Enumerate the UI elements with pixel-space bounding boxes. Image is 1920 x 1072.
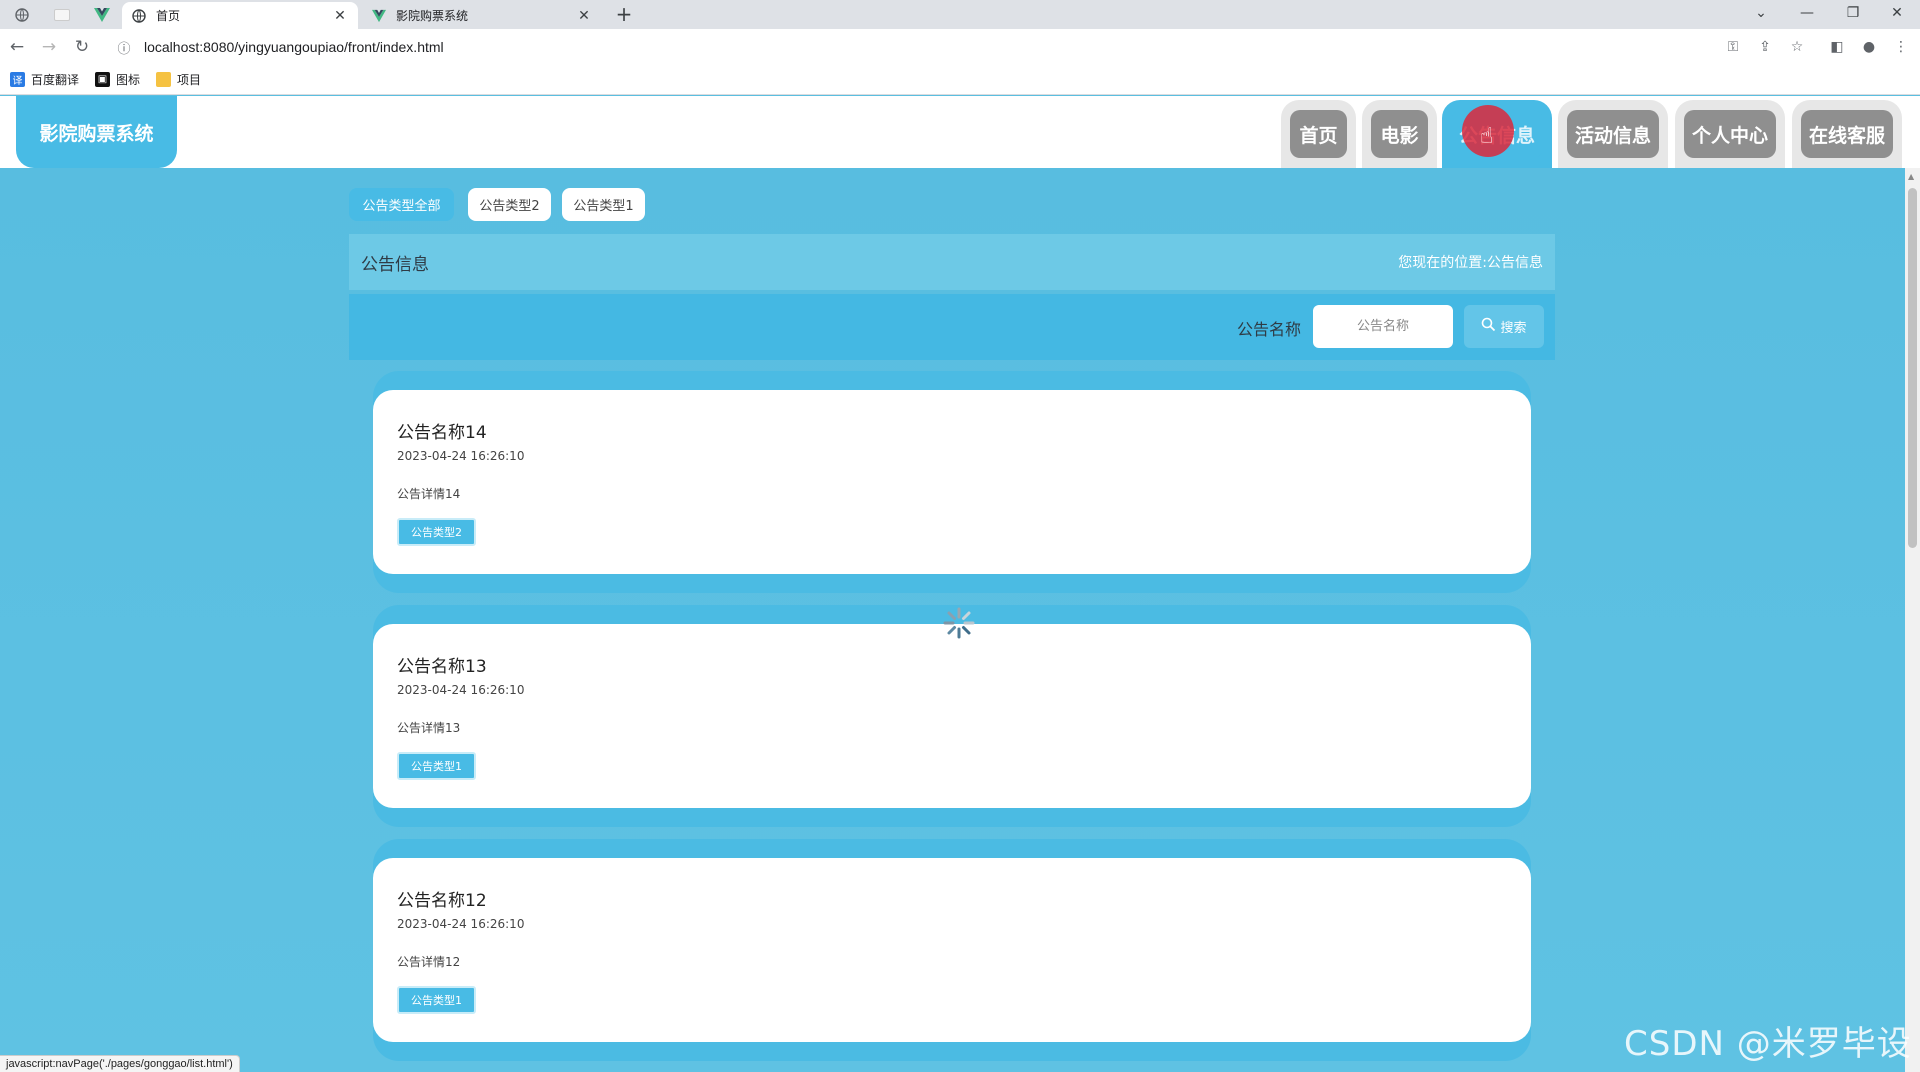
site-logo[interactable]: 影院购票系统 <box>16 96 177 168</box>
breadcrumb: 您现在的位置:公告信息 <box>1398 252 1543 272</box>
search-input[interactable] <box>1313 305 1453 348</box>
search-icon <box>1481 317 1496 336</box>
tab-title: 首页 <box>156 9 181 23</box>
bookmark-label: 项目 <box>177 73 202 87</box>
tab-title: 影院购票系统 <box>396 9 469 23</box>
search-button-label: 搜索 <box>1500 321 1527 336</box>
notice-card-body: 公告名称13 2023-04-24 16:26:10 公告详情13 公告类型1 <box>373 624 1531 808</box>
nav-movies[interactable]: 电影 <box>1362 100 1437 168</box>
nav-personal-center[interactable]: 个人中心 <box>1675 100 1785 168</box>
notice-type-badge: 公告类型1 <box>397 752 476 780</box>
nav-home[interactable]: 首页 <box>1281 100 1356 168</box>
reload-button[interactable]: ↻ <box>70 35 94 59</box>
bookmark-icons[interactable]: ▣ 图标 <box>95 71 140 88</box>
new-tab-button[interactable]: + <box>612 3 636 27</box>
star-icon[interactable]: ☆ <box>1786 36 1808 58</box>
address-bar[interactable]: ⓘ localhost:8080/yingyuangoupiao/front/i… <box>106 32 1806 62</box>
forward-button[interactable]: → <box>37 35 61 59</box>
notice-detail: 公告详情12 <box>397 955 461 969</box>
filter-all-types[interactable]: 公告类型全部 <box>349 188 454 221</box>
loading-spinner-icon <box>943 607 975 639</box>
bookmark-label: 图标 <box>116 73 141 87</box>
notice-detail: 公告详情14 <box>397 487 461 501</box>
notice-time: 2023-04-24 16:26:10 <box>397 917 525 931</box>
nav-activities[interactable]: 活动信息 <box>1558 100 1668 168</box>
scroll-up-icon[interactable]: ▲ <box>1908 172 1914 181</box>
bookmark-label: 百度翻译 <box>31 73 80 87</box>
page-scrollbar[interactable]: ▲ <box>1905 168 1920 1072</box>
bookmarks-bar: 译 百度翻译 ▣ 图标 项目 <box>0 65 1920 95</box>
folder-icon <box>156 72 172 87</box>
search-label: 公告名称 <box>1237 320 1302 339</box>
globe-icon <box>132 8 146 23</box>
profile-icon[interactable]: ● <box>1858 36 1880 58</box>
tab-cinema-system[interactable]: 影院购票系统 ✕ <box>362 2 602 29</box>
nav-label: 在线客服 <box>1801 110 1893 158</box>
window-close-button[interactable]: ✕ <box>1874 0 1920 29</box>
notice-name: 公告名称12 <box>397 891 487 911</box>
breadcrumb-label: 您现在的位置: <box>1398 255 1487 271</box>
tab-search-button[interactable]: ⌄ <box>1738 0 1784 29</box>
minimize-button[interactable]: — <box>1784 0 1830 29</box>
browser-toolbar: ← → ↻ ⓘ localhost:8080/yingyuangoupiao/f… <box>0 29 1920 65</box>
side-panel-icon[interactable]: ◧ <box>1826 36 1848 58</box>
notice-type-badge: 公告类型1 <box>397 986 476 1014</box>
site-info-icon[interactable]: ⓘ <box>114 38 134 57</box>
notice-card[interactable]: 公告名称14 2023-04-24 16:26:10 公告详情14 公告类型2 <box>373 371 1531 593</box>
pinned-tab-vue[interactable] <box>82 3 122 27</box>
nav-online-service[interactable]: 在线客服 <box>1792 100 1902 168</box>
notice-time: 2023-04-24 16:26:10 <box>397 449 525 463</box>
close-icon[interactable]: ✕ <box>576 8 592 24</box>
search-button[interactable]: 搜索 <box>1464 305 1544 348</box>
back-button[interactable]: ← <box>5 35 29 59</box>
share-icon[interactable]: ⇪ <box>1754 36 1776 58</box>
notice-name: 公告名称13 <box>397 657 487 677</box>
bookmark-folder-project[interactable]: 项目 <box>156 71 201 88</box>
notice-type-badge: 公告类型2 <box>397 518 476 546</box>
notice-card-body: 公告名称12 2023-04-24 16:26:10 公告详情12 公告类型1 <box>373 858 1531 1042</box>
hand-cursor-icon: ☝ <box>1480 124 1494 149</box>
notice-name: 公告名称14 <box>397 423 487 443</box>
nav-label: 首页 <box>1290 110 1347 158</box>
bookmark-baidu-translate[interactable]: 译 百度翻译 <box>10 71 79 88</box>
page-title-bar: 公告信息 您现在的位置:公告信息 <box>349 234 1555 290</box>
vue-logo-icon <box>372 9 386 23</box>
notice-detail: 公告详情13 <box>397 721 461 735</box>
search-bar: 公告名称 搜索 <box>349 294 1555 360</box>
filter-type-2[interactable]: 公告类型2 <box>468 188 551 221</box>
pinned-tab-blank[interactable] <box>42 3 82 27</box>
url-text: localhost:8080/yingyuangoupiao/front/ind… <box>144 39 444 55</box>
blank-page-icon <box>54 9 70 21</box>
close-icon[interactable]: ✕ <box>332 8 348 24</box>
pinned-tab-globe[interactable] <box>2 3 42 27</box>
page-title: 公告信息 <box>361 254 429 275</box>
nav-label: 电影 <box>1371 110 1428 158</box>
globe-icon <box>15 8 29 22</box>
translate-icon: 译 <box>10 72 25 87</box>
nav-label: 个人中心 <box>1684 110 1776 158</box>
notice-card[interactable]: 公告名称12 2023-04-24 16:26:10 公告详情12 公告类型1 <box>373 839 1531 1061</box>
breadcrumb-current[interactable]: 公告信息 <box>1487 255 1543 271</box>
status-bar-url: javascript:navPage('./pages/gonggao/list… <box>0 1055 240 1072</box>
scrollbar-thumb[interactable] <box>1908 188 1917 548</box>
notice-card-body: 公告名称14 2023-04-24 16:26:10 公告详情14 公告类型2 <box>373 390 1531 574</box>
notice-time: 2023-04-24 16:26:10 <box>397 683 525 697</box>
filter-type-1[interactable]: 公告类型1 <box>562 188 645 221</box>
watermark: CSDN @米罗毕设 <box>1624 1024 1912 1064</box>
browser-tab-strip: 首页 ✕ 影院购票系统 ✕ + ⌄ — ❐ ✕ <box>0 0 1920 29</box>
site-header: 影院购票系统 首页 电影 公告信息 活动信息 个人中心 在线客服 <box>0 96 1920 168</box>
key-icon[interactable]: ⚿ <box>1722 36 1744 58</box>
menu-icon[interactable]: ⋮ <box>1890 36 1912 58</box>
tab-home[interactable]: 首页 ✕ <box>122 2 358 29</box>
image-icon: ▣ <box>95 72 111 87</box>
restore-button[interactable]: ❐ <box>1830 0 1876 29</box>
vue-logo-icon <box>94 8 110 22</box>
nav-label: 活动信息 <box>1567 110 1659 158</box>
